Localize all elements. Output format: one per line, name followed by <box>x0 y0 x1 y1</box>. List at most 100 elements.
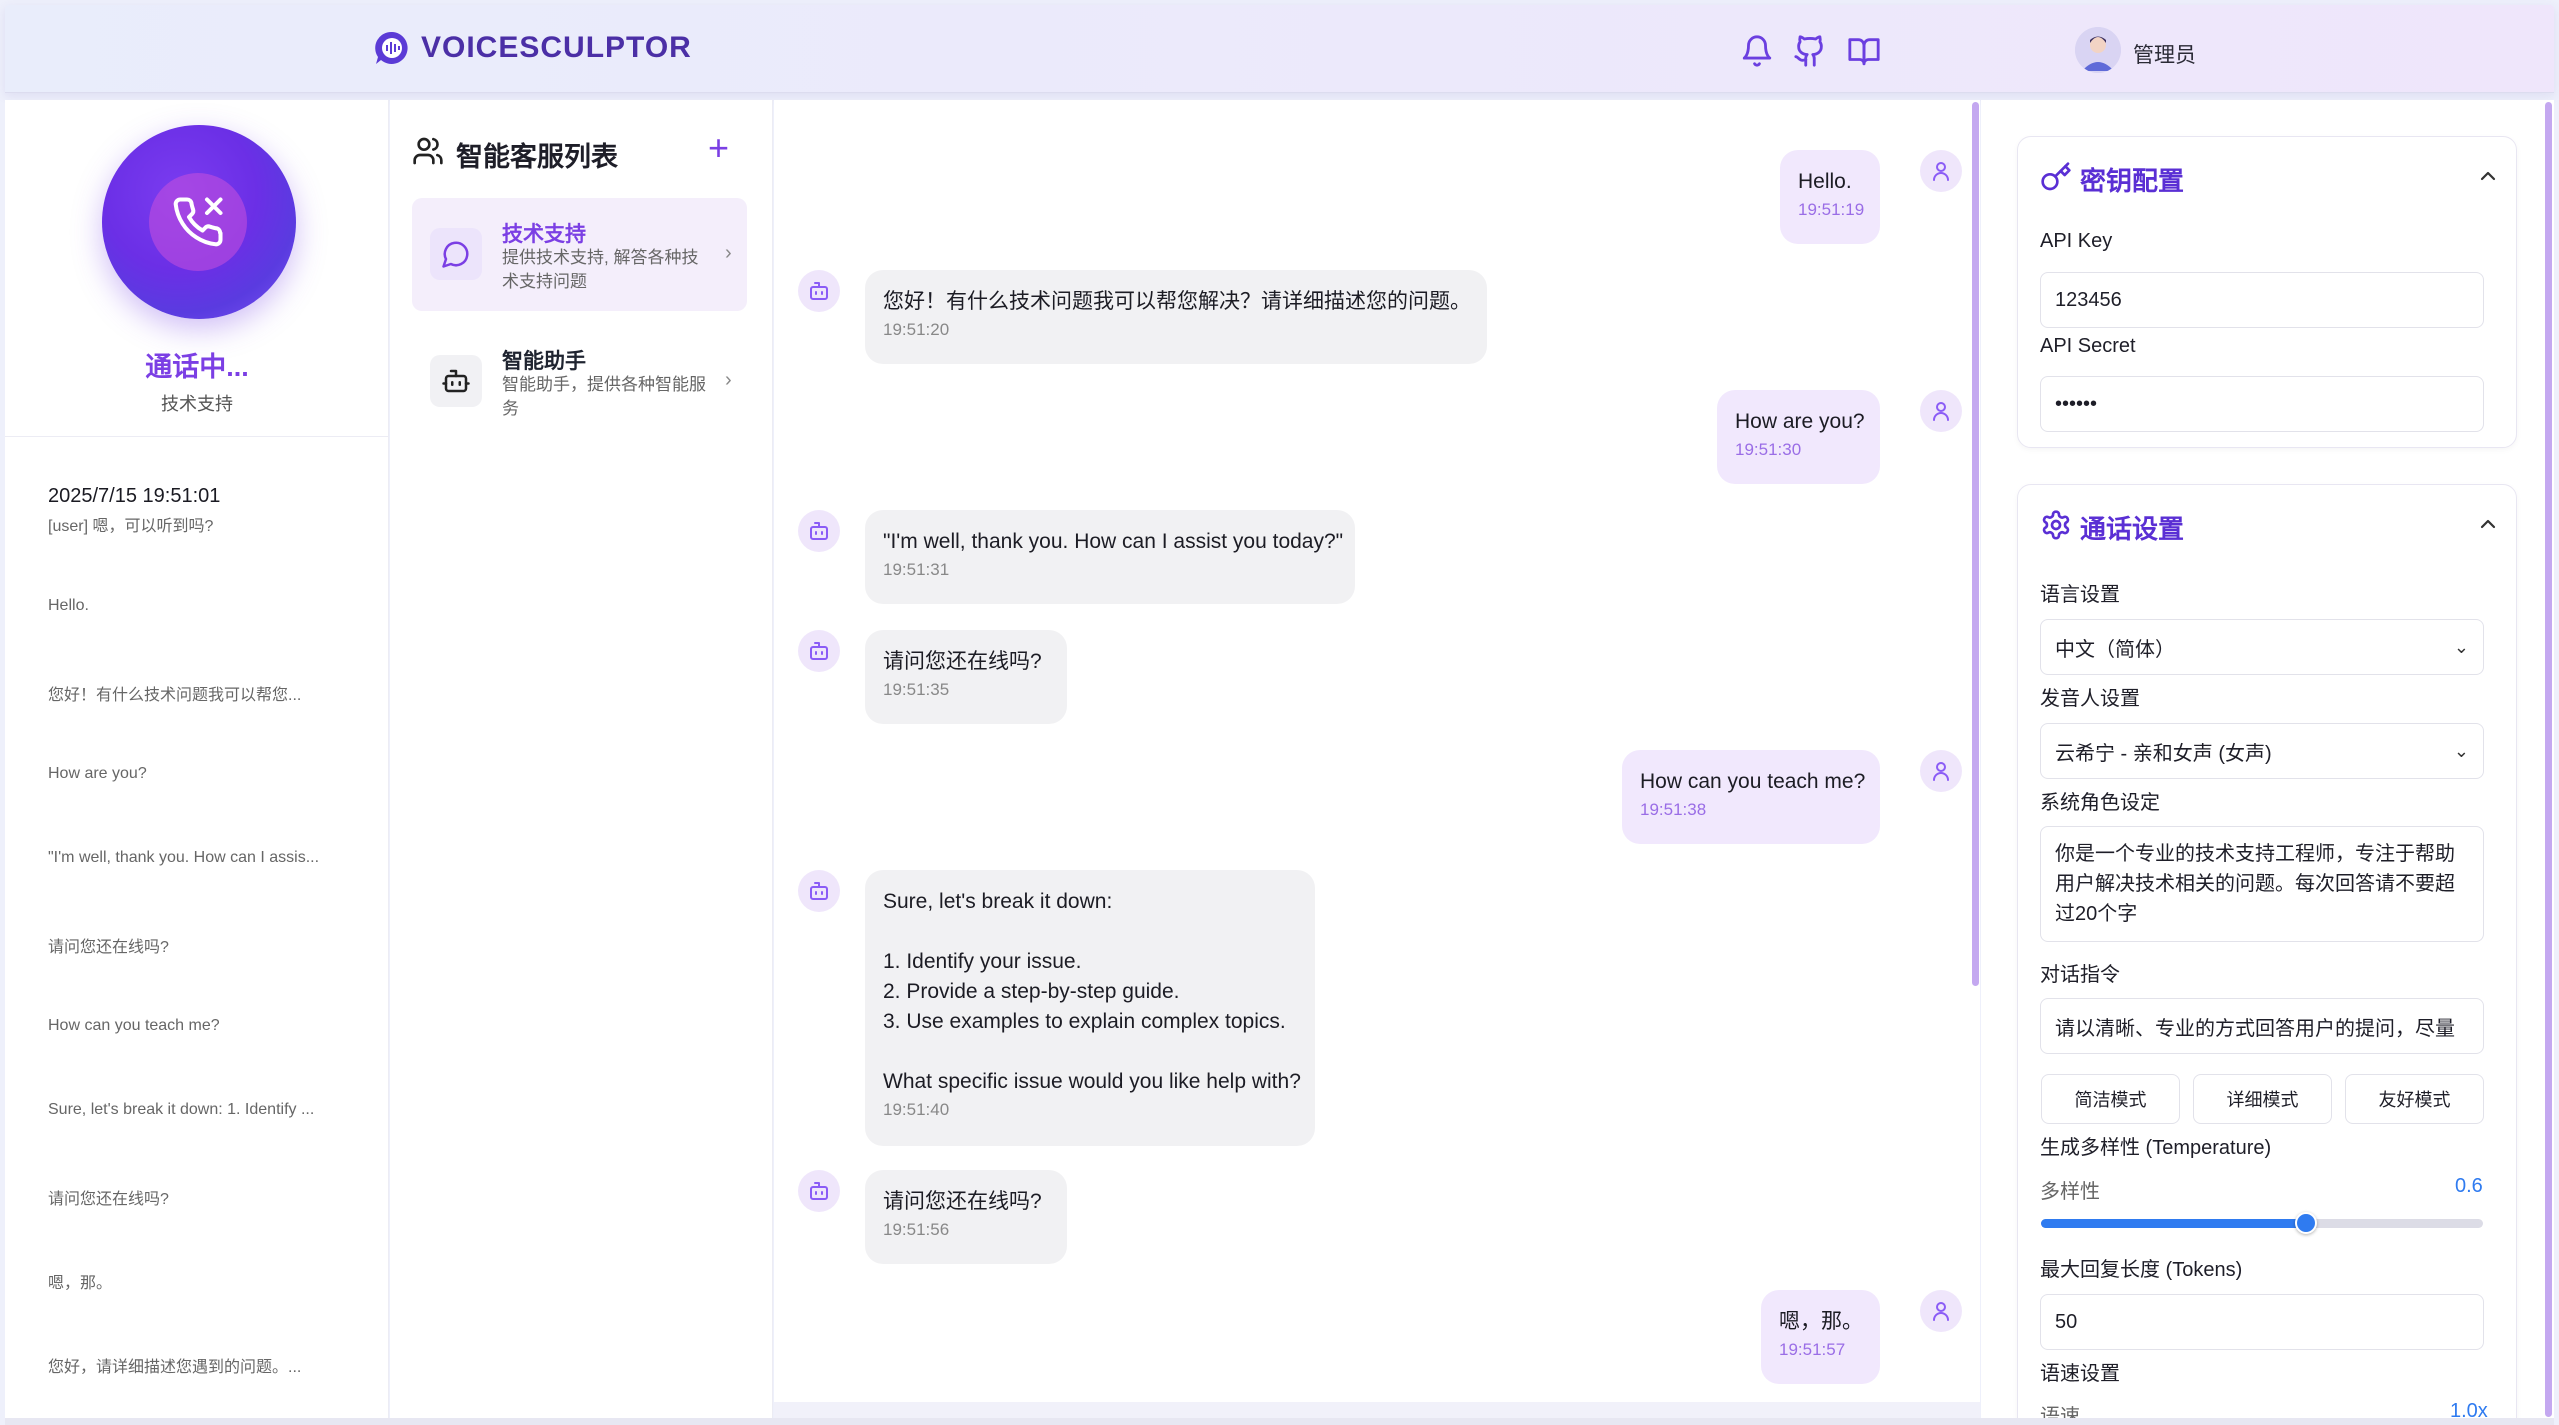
chat-panel: Hello. 19:51:19 您好！有什么技术问题我可以帮您解决？请详细描述您… <box>774 100 1980 1420</box>
detailed-mode-button[interactable]: 详细模式 <box>2193 1074 2332 1124</box>
message-text: 您好！有什么技术问题我可以帮您解决？请详细描述您的问题。 <box>883 290 1471 313</box>
gear-icon <box>2042 510 2070 540</box>
user-icon <box>1920 150 1962 192</box>
user-icon <box>1920 390 1962 432</box>
history-item[interactable]: Sure, let's break it down: 1. Identify .… <box>48 1101 314 1119</box>
chevron-up-icon[interactable] <box>2476 164 2500 188</box>
admin-name[interactable]: 管理员 <box>2133 39 2196 69</box>
history-item[interactable]: Hello. <box>48 597 89 615</box>
language-value: 中文（简体） <box>2055 638 2175 661</box>
divider <box>5 436 389 437</box>
users-icon <box>413 137 443 165</box>
message-time: 19:51:20 <box>883 320 950 339</box>
chevron-down-icon: ⌄ <box>2453 740 2469 761</box>
history-item[interactable]: "I'm well, thank you. How can I assis... <box>48 849 319 867</box>
friendly-mode-button[interactable]: 友好模式 <box>2345 1074 2484 1124</box>
call-indicator[interactable] <box>102 125 296 319</box>
chat-bubble-icon <box>430 228 482 280</box>
agent-card-smart-assistant[interactable]: 智能助手 智能助手，提供各种智能服务 › <box>412 325 747 438</box>
history-item[interactable]: 您好，请详细描述您遇到的问题。... <box>48 1353 301 1377</box>
message-bubble-user: How can you teach me? 19:51:38 <box>1622 750 1880 844</box>
bot-icon <box>798 270 840 312</box>
history-item[interactable]: How can you teach me? <box>48 1017 220 1035</box>
bot-icon <box>430 355 482 407</box>
history-date: 2025/7/15 19:51:01 <box>48 485 221 507</box>
speed-label: 语速设置 <box>2040 1363 2120 1385</box>
slider-fill <box>2041 1219 2306 1228</box>
api-key-input[interactable]: 123456 <box>2040 272 2484 328</box>
message-time: 19:51:56 <box>883 1220 950 1239</box>
temperature-slider[interactable] <box>2041 1212 2483 1234</box>
add-agent-button[interactable]: + <box>708 130 729 166</box>
phone-call-icon <box>149 173 247 271</box>
settings-scrollbar[interactable] <box>2545 102 2552 1417</box>
speaker-label: 发音人设置 <box>2040 688 2140 710</box>
history-item[interactable]: 请问您还在线吗? <box>48 1185 169 1209</box>
slider-thumb[interactable] <box>2295 1212 2317 1234</box>
brand[interactable]: VOICESCULPTOR <box>373 29 692 67</box>
agent-card-tech-support[interactable]: 技术支持 提供技术支持, 解答各种技术支持问题 › <box>412 198 747 311</box>
agent-list-panel: 智能客服列表 + 技术支持 提供技术支持, 解答各种技术支持问题 › 智能助手 … <box>390 100 773 1420</box>
message-bubble-user: 嗯，那。 19:51:57 <box>1761 1290 1880 1384</box>
message-bubble-bot: 请问您还在线吗? 19:51:35 <box>865 630 1067 724</box>
history-first-line: [user] 嗯，可以听到吗? <box>48 518 214 535</box>
api-secret-input[interactable]: •••••• <box>2040 376 2484 432</box>
history-item[interactable]: 请问您还在线吗? <box>48 933 169 957</box>
message-bubble-bot: "I'm well, thank you. How can I assist y… <box>865 510 1355 604</box>
tokens-input[interactable]: 50 <box>2040 1294 2484 1350</box>
user-icon <box>1920 750 1962 792</box>
agent-name: 技术支持 <box>502 223 586 246</box>
speaker-select[interactable]: 云希宁 - 亲和女声 (女声) ⌄ <box>2040 723 2484 779</box>
message-bubble-bot: 您好！有什么技术问题我可以帮您解决？请详细描述您的问题。 19:51:20 <box>865 270 1487 364</box>
history-item[interactable]: 嗯，那。 <box>48 1269 112 1293</box>
message-time: 19:51:38 <box>1640 800 1707 819</box>
message-text: How can you teach me? <box>1640 770 1866 793</box>
message-text: 嗯，那。 <box>1779 1310 1863 1333</box>
github-icon[interactable] <box>1793 34 1827 68</box>
system-role-textarea[interactable]: 你是一个专业的技术支持工程师，专注于帮助用户解决技术相关的问题。每次回答请不要超… <box>2040 826 2484 942</box>
system-role-label: 系统角色设定 <box>2040 792 2160 814</box>
instruction-label: 对话指令 <box>2040 964 2120 986</box>
agent-desc: 智能助手，提供各种智能服务 <box>502 375 706 418</box>
agent-list-title: 智能客服列表 <box>456 142 618 172</box>
call-agent-name: 技术支持 <box>161 394 233 414</box>
message-bubble-bot: 请问您还在线吗? 19:51:56 <box>865 1170 1067 1264</box>
history-item[interactable]: 您好！有什么技术问题我可以帮您... <box>48 681 301 705</box>
book-icon[interactable] <box>1847 34 1881 68</box>
chevron-down-icon: ⌄ <box>2453 636 2469 657</box>
instruction-input[interactable]: 请以清晰、专业的方式回答用户的提问，尽量 <box>2040 998 2484 1054</box>
chevron-up-icon[interactable] <box>2476 512 2500 536</box>
message-text: Hello. <box>1798 170 1852 193</box>
chevron-right-icon: › <box>725 369 732 391</box>
message-text: "I'm well, thank you. How can I assist y… <box>883 530 1344 553</box>
user-avatar[interactable] <box>2075 27 2121 73</box>
key-icon <box>2041 162 2071 191</box>
diversity-value: 0.6 <box>2455 1175 2483 1197</box>
brand-name: VOICESCULPTOR <box>421 31 692 64</box>
language-label: 语言设置 <box>2040 584 2120 606</box>
key-config-title: 密钥配置 <box>2080 166 2185 196</box>
bot-icon <box>798 1170 840 1212</box>
message-text: 请问您还在线吗? <box>883 1190 1042 1213</box>
agent-name: 智能助手 <box>502 350 586 373</box>
concise-mode-button[interactable]: 简洁模式 <box>2041 1074 2180 1124</box>
message-time: 19:51:19 <box>1798 200 1865 219</box>
call-panel: 通话中... 技术支持 2025/7/15 19:51:01 [user] 嗯，… <box>5 100 389 1420</box>
message-text: How are you? <box>1735 410 1865 433</box>
message-bubble-bot: Sure, let's break it down: 1. Identify y… <box>865 870 1315 1146</box>
message-text: 请问您还在线吗? <box>883 650 1042 673</box>
language-select[interactable]: 中文（简体） ⌄ <box>2040 619 2484 675</box>
top-header: VOICESCULPTOR 管理员 <box>5 5 2554 93</box>
chevron-right-icon: › <box>725 242 732 264</box>
call-status: 通话中... <box>145 352 249 382</box>
bot-icon <box>798 630 840 672</box>
message-time: 19:51:30 <box>1735 440 1802 459</box>
api-key-label: API Key <box>2040 230 2113 252</box>
message-bubble-user: How are you? 19:51:30 <box>1717 390 1880 484</box>
agent-desc: 提供技术支持, 解答各种技术支持问题 <box>502 248 699 291</box>
history-item[interactable]: How are you? <box>48 765 147 783</box>
diversity-label: 多样性 <box>2040 1181 2100 1203</box>
user-icon <box>1920 1290 1962 1332</box>
bell-icon[interactable] <box>1740 34 1774 68</box>
chat-scrollbar[interactable] <box>1972 102 1979 986</box>
